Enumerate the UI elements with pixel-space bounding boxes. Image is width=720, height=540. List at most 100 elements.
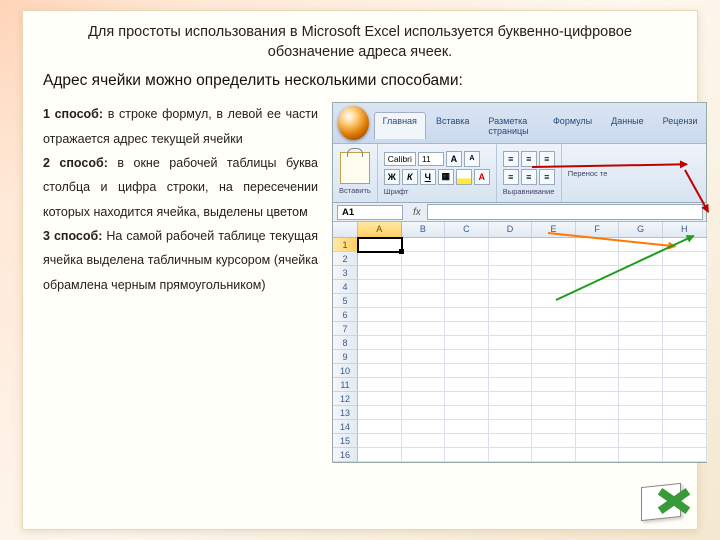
cell[interactable] — [663, 308, 707, 322]
cell[interactable] — [532, 266, 576, 280]
cell[interactable] — [445, 392, 489, 406]
row-header[interactable]: 9 — [333, 350, 358, 364]
cell[interactable] — [445, 448, 489, 462]
paste-icon[interactable] — [340, 152, 370, 184]
cell[interactable] — [489, 252, 533, 266]
column-header[interactable]: G — [619, 222, 663, 237]
cell[interactable] — [489, 322, 533, 336]
cell[interactable] — [489, 336, 533, 350]
cell[interactable] — [663, 350, 707, 364]
ribbon-tab[interactable]: Разметка страницы — [479, 112, 543, 139]
shrink-font-button[interactable]: A — [464, 151, 480, 167]
cell[interactable] — [402, 252, 446, 266]
cell[interactable] — [532, 308, 576, 322]
cell[interactable] — [358, 280, 402, 294]
cell[interactable] — [532, 294, 576, 308]
cell[interactable] — [358, 322, 402, 336]
cell[interactable] — [445, 434, 489, 448]
cell[interactable] — [532, 448, 576, 462]
cell[interactable] — [619, 420, 663, 434]
cell[interactable] — [576, 392, 620, 406]
cell[interactable] — [663, 294, 707, 308]
cell[interactable] — [576, 336, 620, 350]
ribbon-tab[interactable]: Рецензи — [654, 112, 707, 139]
cell[interactable] — [445, 406, 489, 420]
row-header[interactable]: 11 — [333, 378, 358, 392]
cell[interactable] — [489, 266, 533, 280]
cell[interactable] — [619, 350, 663, 364]
ribbon-tab[interactable]: Данные — [602, 112, 653, 139]
ribbon-tab[interactable]: Главная — [374, 112, 426, 139]
cell[interactable] — [445, 350, 489, 364]
bold-button[interactable]: Ж — [384, 169, 400, 185]
cell[interactable] — [576, 308, 620, 322]
cell[interactable] — [489, 294, 533, 308]
cell[interactable] — [576, 406, 620, 420]
cell[interactable] — [402, 350, 446, 364]
align-center-button[interactable]: ≡ — [521, 169, 537, 185]
cell[interactable] — [402, 294, 446, 308]
align-mid-button[interactable]: ≡ — [521, 151, 537, 167]
align-left-button[interactable]: ≡ — [503, 169, 519, 185]
cell[interactable] — [619, 322, 663, 336]
column-header[interactable]: A — [358, 222, 402, 237]
italic-button[interactable]: К — [402, 169, 418, 185]
row-header[interactable]: 3 — [333, 266, 358, 280]
cell[interactable] — [402, 392, 446, 406]
cell[interactable] — [576, 252, 620, 266]
row-header[interactable]: 8 — [333, 336, 358, 350]
cell[interactable] — [663, 280, 707, 294]
underline-button[interactable]: Ч — [420, 169, 436, 185]
cell[interactable] — [358, 378, 402, 392]
cell[interactable] — [402, 364, 446, 378]
row-header[interactable]: 6 — [333, 308, 358, 322]
cell[interactable] — [358, 434, 402, 448]
font-size-select[interactable]: 11 — [418, 152, 444, 166]
cell[interactable] — [358, 238, 402, 252]
cell[interactable] — [663, 448, 707, 462]
cell[interactable] — [619, 448, 663, 462]
cell[interactable] — [445, 280, 489, 294]
align-top-button[interactable]: ≡ — [503, 151, 519, 167]
cell[interactable] — [358, 266, 402, 280]
cell[interactable] — [489, 420, 533, 434]
cell[interactable] — [663, 252, 707, 266]
cell[interactable] — [576, 448, 620, 462]
cell[interactable] — [445, 378, 489, 392]
cell[interactable] — [489, 350, 533, 364]
cell[interactable] — [358, 294, 402, 308]
column-header[interactable]: C — [445, 222, 489, 237]
cell[interactable] — [489, 434, 533, 448]
cell[interactable] — [358, 336, 402, 350]
cell[interactable] — [532, 392, 576, 406]
cell[interactable] — [358, 350, 402, 364]
cell[interactable] — [358, 392, 402, 406]
cell[interactable] — [445, 336, 489, 350]
cell[interactable] — [489, 364, 533, 378]
grow-font-button[interactable]: A — [446, 151, 462, 167]
cell[interactable] — [489, 392, 533, 406]
cell[interactable] — [619, 294, 663, 308]
cell[interactable] — [358, 308, 402, 322]
cell[interactable] — [489, 378, 533, 392]
cell[interactable] — [445, 252, 489, 266]
cell[interactable] — [445, 364, 489, 378]
formula-bar-input[interactable] — [427, 204, 704, 220]
row-header[interactable]: 14 — [333, 420, 358, 434]
cell[interactable] — [619, 280, 663, 294]
cell[interactable] — [663, 336, 707, 350]
cell[interactable] — [445, 266, 489, 280]
cell[interactable] — [619, 434, 663, 448]
row-header[interactable]: 16 — [333, 448, 358, 462]
cell[interactable] — [402, 336, 446, 350]
cell[interactable] — [358, 406, 402, 420]
cell[interactable] — [489, 308, 533, 322]
cell[interactable] — [663, 266, 707, 280]
row-header[interactable]: 2 — [333, 252, 358, 266]
cell[interactable] — [489, 406, 533, 420]
cell[interactable] — [532, 252, 576, 266]
cell[interactable] — [619, 378, 663, 392]
cell[interactable] — [619, 392, 663, 406]
worksheet-grid[interactable]: ABCDEFGH 12345678910111213141516 — [333, 222, 706, 462]
cell[interactable] — [402, 322, 446, 336]
